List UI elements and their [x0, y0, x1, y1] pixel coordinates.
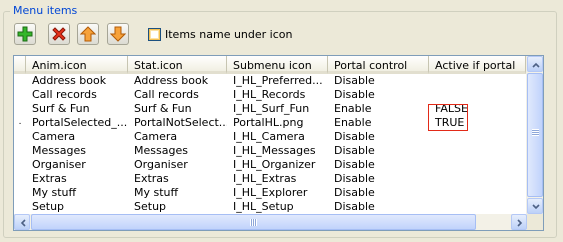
anim-icon-cell[interactable]: Messages: [26, 144, 128, 158]
horizontal-scrollbar[interactable]: [14, 214, 527, 230]
submenu-icon-cell[interactable]: I_HL_Setup: [227, 200, 328, 214]
active-if-portal-cell[interactable]: [429, 130, 526, 144]
scroll-down-button[interactable]: [527, 198, 543, 214]
table-row[interactable]: Setup Setup I_HL_Setup Disable: [14, 200, 526, 214]
active-if-portal-cell[interactable]: [429, 74, 526, 88]
vertical-scrollbar[interactable]: [526, 56, 543, 214]
move-up-button[interactable]: [77, 23, 99, 45]
portal-control-cell[interactable]: Disable: [328, 200, 429, 214]
anim-icon-cell[interactable]: Surf & Fun: [26, 102, 128, 116]
row-indicator: [14, 102, 26, 116]
portal-control-cell[interactable]: Disable: [328, 158, 429, 172]
row-indicator: [14, 172, 26, 186]
horizontal-scroll-thumb[interactable]: [31, 214, 476, 230]
stat-icon-cell[interactable]: Setup: [128, 200, 227, 214]
table-body: Address book Address book I_HL_Preferred…: [14, 74, 526, 214]
active-if-portal-cell[interactable]: [429, 186, 526, 200]
vertical-scroll-thumb[interactable]: [527, 73, 543, 197]
row-indicator: [14, 186, 26, 200]
row-indicator: [14, 158, 26, 172]
anim-icon-cell[interactable]: Camera: [26, 130, 128, 144]
scroll-right-button[interactable]: [511, 214, 527, 230]
column-header-portal-control[interactable]: Portal control: [328, 56, 429, 74]
table-row[interactable]: Address book Address book I_HL_Preferred…: [14, 74, 526, 88]
group-title: Menu items: [10, 4, 81, 17]
row-indicator: [14, 200, 26, 214]
stat-icon-cell[interactable]: Camera: [128, 130, 227, 144]
active-if-portal-cell[interactable]: [429, 88, 526, 102]
anim-icon-cell[interactable]: Organiser: [26, 158, 128, 172]
submenu-icon-cell[interactable]: I_HL_Extras: [227, 172, 328, 186]
add-item-button[interactable]: [14, 23, 36, 45]
column-header-anim-icon[interactable]: Anim.icon: [26, 56, 128, 74]
table-row[interactable]: Organiser Organiser I_HL_Organizer Disab…: [14, 158, 526, 172]
active-if-portal-cell[interactable]: [429, 200, 526, 214]
row-indicator: [14, 88, 26, 102]
active-if-portal-cell[interactable]: [429, 144, 526, 158]
row-indicator: [14, 130, 26, 144]
submenu-icon-cell[interactable]: PortalHL.png: [227, 116, 328, 130]
row-indicator: [14, 144, 26, 158]
row-indicator: [14, 74, 26, 88]
stat-icon-cell[interactable]: Surf & Fun: [128, 102, 227, 116]
scroll-up-button[interactable]: [527, 56, 543, 72]
submenu-icon-cell[interactable]: I_HL_Explorer: [227, 186, 328, 200]
stat-icon-cell[interactable]: Address book: [128, 74, 227, 88]
stat-icon-cell[interactable]: My stuff: [128, 186, 227, 200]
table-header: Anim.icon Stat.icon Submenu icon Portal …: [14, 56, 526, 74]
table-row[interactable]: Messages Messages I_HL_Messages Disable: [14, 144, 526, 158]
items-name-under-icon-label: Items name under icon: [165, 27, 293, 41]
stat-icon-cell[interactable]: Organiser: [128, 158, 227, 172]
table-row[interactable]: Extras Extras I_HL_Extras Disable: [14, 172, 526, 186]
items-name-under-icon-checkbox[interactable]: [148, 27, 161, 41]
portal-control-cell[interactable]: Disable: [328, 88, 429, 102]
submenu-icon-cell[interactable]: I_HL_Camera: [227, 130, 328, 144]
submenu-icon-cell[interactable]: I_HL_Surf_Fun: [227, 102, 328, 116]
column-header-submenu-icon[interactable]: Submenu icon: [227, 56, 328, 74]
anim-icon-cell[interactable]: Call records: [26, 88, 128, 102]
anim-icon-cell[interactable]: Extras: [26, 172, 128, 186]
stat-icon-cell[interactable]: Call records: [128, 88, 227, 102]
row-indicator-header: [14, 56, 26, 74]
submenu-icon-cell[interactable]: I_HL_Preferred...: [227, 74, 328, 88]
anim-icon-cell[interactable]: My stuff: [26, 186, 128, 200]
submenu-icon-cell[interactable]: I_HL_Organizer: [227, 158, 328, 172]
table-row[interactable]: My stuff My stuff I_HL_Explorer Disable: [14, 186, 526, 200]
grip-icon: [250, 219, 257, 226]
active-if-portal-cell[interactable]: [429, 172, 526, 186]
column-header-active-if-portal[interactable]: Active if portal: [429, 56, 526, 74]
portal-control-cell[interactable]: Disable: [328, 172, 429, 186]
portal-control-cell[interactable]: Disable: [328, 74, 429, 88]
grip-icon: [532, 129, 539, 136]
move-down-button[interactable]: [107, 23, 129, 45]
submenu-icon-cell[interactable]: I_HL_Messages: [227, 144, 328, 158]
stat-icon-cell[interactable]: Messages: [128, 144, 227, 158]
scrollbar-corner: [527, 214, 543, 230]
active-if-portal-highlight: [428, 104, 468, 131]
submenu-icon-cell[interactable]: I_HL_Records: [227, 88, 328, 102]
portal-control-cell[interactable]: Enable: [328, 102, 429, 116]
anim-icon-cell[interactable]: Address book: [26, 74, 128, 88]
menu-items-table[interactable]: Anim.icon Stat.icon Submenu icon Portal …: [13, 55, 544, 231]
portal-control-cell[interactable]: Disable: [328, 144, 429, 158]
anim-icon-cell[interactable]: PortalSelected_...: [26, 116, 128, 130]
delete-item-button[interactable]: [48, 23, 70, 45]
row-indicator: .: [18, 117, 22, 127]
portal-control-cell[interactable]: Disable: [328, 186, 429, 200]
column-header-stat-icon[interactable]: Stat.icon: [128, 56, 227, 74]
stat-icon-cell[interactable]: Extras: [128, 172, 227, 186]
items-name-under-icon-option[interactable]: Items name under icon: [148, 26, 292, 42]
anim-icon-cell[interactable]: Setup: [26, 200, 128, 214]
active-if-portal-cell[interactable]: [429, 158, 526, 172]
scroll-left-button[interactable]: [14, 214, 30, 230]
table-row[interactable]: Call records Call records I_HL_Records D…: [14, 88, 526, 102]
portal-control-cell[interactable]: Disable: [328, 130, 429, 144]
portal-control-cell[interactable]: Enable: [328, 116, 429, 130]
table-row[interactable]: Camera Camera I_HL_Camera Disable: [14, 130, 526, 144]
stat-icon-cell[interactable]: PortalNotSelect...: [128, 116, 227, 130]
